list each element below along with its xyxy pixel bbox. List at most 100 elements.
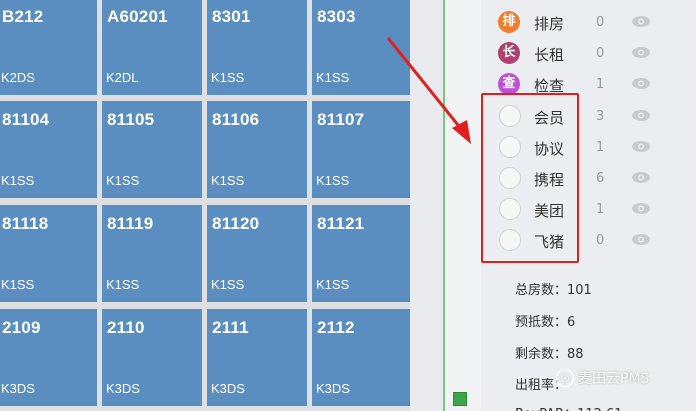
source-row[interactable]: 协议 1 <box>481 133 671 161</box>
source-count: 6 <box>596 171 605 186</box>
room-tile[interactable]: A60201 K2DL <box>102 0 202 95</box>
room-number: 2110 <box>107 318 145 337</box>
room-type: K1SS <box>106 173 140 188</box>
room-tile[interactable]: B212 K2DS <box>0 0 97 95</box>
room-type: K3DS <box>211 381 245 396</box>
eye-icon[interactable] <box>631 140 651 153</box>
room-source-panel: 排排房 0 长长租 0 查检查 1 会员 3 协议 1 携程 6 美团 1 飞猪 0 总房数：101 预抵数：… <box>481 0 696 411</box>
source-count: 1 <box>596 140 605 155</box>
source-label: 携程 <box>534 171 565 189</box>
room-number: 2112 <box>317 318 355 337</box>
room-number: A60201 <box>107 7 168 26</box>
eye-icon[interactable] <box>631 171 651 184</box>
room-type: K3DS <box>316 381 350 396</box>
source-count: 1 <box>596 77 605 92</box>
room-number: 81106 <box>212 110 260 129</box>
room-number: 81105 <box>107 110 155 129</box>
paifang-icon: 排 <box>498 11 520 33</box>
source-row[interactable]: 会员 3 <box>481 102 671 130</box>
room-type: K1SS <box>1 277 35 292</box>
source-count: 0 <box>596 46 605 61</box>
eye-icon[interactable] <box>631 202 651 215</box>
side-lane <box>445 0 481 411</box>
room-tile[interactable]: 81120 K1SS <box>207 205 307 302</box>
source-label: 检查 <box>534 77 565 95</box>
remaining-stat: 剩余数：88 <box>515 347 584 362</box>
eye-icon[interactable] <box>631 109 651 122</box>
room-number: 81107 <box>317 110 365 129</box>
room-tile[interactable]: 2111 K3DS <box>207 309 307 406</box>
eye-icon[interactable] <box>631 15 651 28</box>
room-type: K1SS <box>316 70 350 85</box>
eye-icon[interactable] <box>631 46 651 59</box>
radio-icon[interactable] <box>499 105 521 127</box>
room-type: K2DS <box>1 70 35 85</box>
source-row[interactable]: 查检查 1 <box>481 70 671 98</box>
room-number: 8303 <box>317 7 356 26</box>
room-number: 81120 <box>212 214 260 233</box>
wechat-logo-icon: ○ <box>556 369 574 387</box>
room-tile[interactable]: 2110 K3DS <box>102 309 202 406</box>
source-row[interactable]: 携程 6 <box>481 164 671 192</box>
pre-deduct-stat: 预抵数：6 <box>515 315 576 330</box>
room-type: K1SS <box>211 277 245 292</box>
brand-name: 麦田云PMS <box>578 371 650 387</box>
room-type: K3DS <box>106 381 140 396</box>
room-tile[interactable]: 81104 K1SS <box>0 101 97 198</box>
room-tile[interactable]: 81107 K1SS <box>312 101 410 198</box>
room-grid: B212 K2DS A60201 K2DL 8301 K1SS 8303 K1SS 81104 K… <box>0 0 410 411</box>
panel-gap <box>410 0 443 411</box>
brand-watermark: ○ 麦田云PMS <box>556 368 649 388</box>
room-number: 8301 <box>212 7 251 26</box>
source-row[interactable]: 飞猪 0 <box>481 226 671 254</box>
room-number: 81119 <box>107 214 154 233</box>
room-tile[interactable]: 81121 K1SS <box>312 205 410 302</box>
room-number: B212 <box>2 7 44 26</box>
source-row[interactable]: 美团 1 <box>481 195 671 223</box>
room-number: 81118 <box>2 214 49 233</box>
room-number: 2109 <box>2 318 41 337</box>
source-count: 0 <box>596 15 605 30</box>
room-tile[interactable]: 81106 K1SS <box>207 101 307 198</box>
room-type: K1SS <box>1 173 35 188</box>
source-label: 协议 <box>534 140 565 158</box>
radio-icon[interactable] <box>499 136 521 158</box>
room-type: K1SS <box>211 70 245 85</box>
changzu-icon: 长 <box>498 42 520 64</box>
room-tile[interactable]: 81119 K1SS <box>102 205 202 302</box>
source-label: 排房 <box>534 15 565 33</box>
radio-icon[interactable] <box>499 198 521 220</box>
room-type: K1SS <box>211 173 245 188</box>
room-number: 81121 <box>317 214 365 233</box>
revpar-stat: RevPAR：112.61 <box>515 403 623 411</box>
eye-icon[interactable] <box>631 233 651 246</box>
source-row[interactable]: 排排房 0 <box>481 8 671 36</box>
room-tile[interactable]: 81118 K1SS <box>0 205 97 302</box>
source-count: 1 <box>596 202 605 217</box>
room-type: K2DL <box>106 70 139 85</box>
room-type: K1SS <box>316 277 350 292</box>
room-tile[interactable]: 2112 K3DS <box>312 309 410 406</box>
room-tile[interactable]: 81105 K1SS <box>102 101 202 198</box>
source-label: 会员 <box>534 109 565 127</box>
radio-icon[interactable] <box>499 229 521 251</box>
source-count: 0 <box>596 233 605 248</box>
source-count: 3 <box>596 109 605 124</box>
source-label: 美团 <box>534 202 565 220</box>
status-indicator[interactable] <box>453 392 467 406</box>
eye-icon[interactable] <box>631 77 651 90</box>
room-number: 81104 <box>2 110 50 129</box>
room-tile[interactable]: 8303 K1SS <box>312 0 410 95</box>
room-tile[interactable]: 8301 K1SS <box>207 0 307 95</box>
room-number: 2111 <box>212 318 249 337</box>
room-type: K3DS <box>1 381 35 396</box>
room-type: K1SS <box>106 277 140 292</box>
source-row[interactable]: 长长租 0 <box>481 39 671 67</box>
source-label: 飞猪 <box>534 233 565 251</box>
room-tile[interactable]: 2109 K3DS <box>0 309 97 406</box>
source-label: 长租 <box>534 46 565 64</box>
radio-icon[interactable] <box>499 167 521 189</box>
total-rooms-stat: 总房数：101 <box>515 283 592 298</box>
room-type: K1SS <box>316 173 350 188</box>
jiancha-icon: 查 <box>498 73 520 95</box>
